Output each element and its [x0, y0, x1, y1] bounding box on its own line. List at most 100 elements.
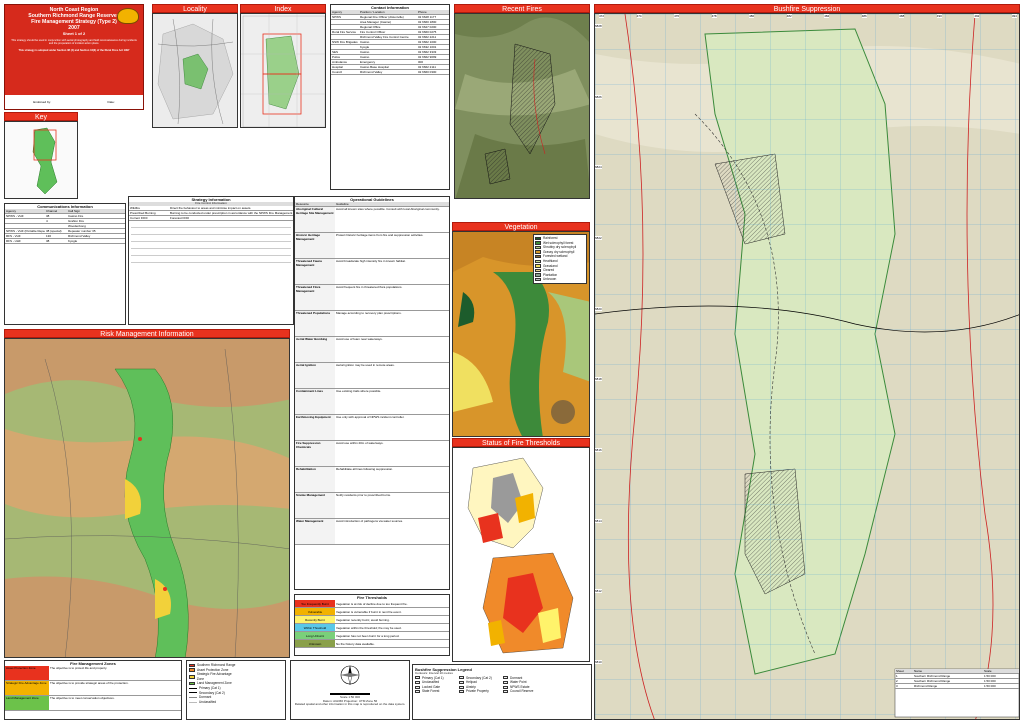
comms-cell: RFS - VHF	[6, 234, 21, 238]
operational-guideline: Use only with approval of NPWS incident …	[336, 415, 405, 419]
vegetation-legend-item: Unknown	[535, 277, 585, 282]
thresholds-rows: Too Frequently Burnt Vegetation is at ris…	[295, 600, 449, 648]
contacts-cell: NPWS	[332, 15, 341, 19]
trail-line-icon	[189, 701, 197, 703]
trail-line-icon	[189, 692, 197, 694]
comms-cell: Kyogle	[68, 239, 78, 243]
contacts-cell: Richmond Valley	[360, 70, 383, 74]
fmz-rows: Asset Protection Zone The objective is to…	[5, 666, 181, 711]
title-block: North Coast Region Southern Richmond Ran…	[4, 4, 144, 110]
grid-label-top: 482	[786, 14, 792, 18]
footer-note: Related spatial and other information in…	[294, 702, 406, 707]
grid-label-top: 486	[861, 14, 867, 18]
grid-label-left: 6818	[595, 377, 602, 382]
threshold-desc: Vegetation is at risk of decline due to …	[336, 602, 408, 606]
panel-head-vegetation: Vegetation	[452, 222, 590, 231]
grid-label-left: 6822	[595, 235, 602, 240]
comms-cell: 38 (special)	[46, 229, 62, 233]
fmz-name: Strategic Fire Advantage Zone	[5, 681, 49, 695]
contact-information: Contact Information Agency Position / Lo…	[330, 4, 450, 190]
fmz-row: Strategic Fire Advantage Zone The objecti…	[5, 681, 181, 696]
operational-resource: Water Management	[295, 519, 335, 544]
zone-legend-item: Strategic Fire Advantage Zone	[189, 672, 237, 681]
vegetation-swatch	[535, 241, 541, 245]
grid-label-top: 494	[1011, 14, 1017, 18]
threshold-row: Vulnerable Vegetation is vulnerable if bu…	[295, 608, 449, 616]
operational-row: Threatened Populations Manage according t…	[295, 311, 449, 337]
legend-symbol-icon	[503, 680, 508, 684]
operational-guidelines: Operational Guidelines Resource Guidelin…	[294, 196, 450, 590]
operational-resource: Threatened Fauna Management	[295, 259, 335, 284]
operational-guideline: Notify residents prior to prescribed bur…	[336, 493, 391, 497]
grid-label-left: 6812	[595, 589, 602, 594]
vegetation-swatch	[535, 259, 541, 264]
panel-head-risk-management: Risk Management Information	[4, 329, 290, 338]
grid-label-top: 474	[636, 14, 642, 18]
index-map-graphic	[241, 14, 325, 127]
contacts-cell: Casino	[360, 40, 370, 44]
comms-cell	[45, 224, 67, 228]
threshold-desc: Vegetation within the threshold; fire ma…	[336, 626, 402, 630]
operational-row: Aboriginal Cultural Heritage Site Manage…	[295, 207, 449, 233]
contacts-cell: 02 6628 1177	[418, 15, 437, 19]
strategy-cell: Forecast FFDI	[170, 215, 190, 220]
contacts-cell: NSW Fire Brigades	[332, 40, 358, 44]
endorsement-text: This strategy is adopted under Section 3…	[18, 49, 130, 53]
strategy-row: Current FFDI Forecast FFDI	[129, 216, 293, 221]
grid-label-left: 6824	[595, 165, 602, 170]
vegetation-swatch	[535, 254, 541, 259]
vegetation-swatch	[535, 250, 541, 254]
operational-row: Threatened Fauna Management Avoid broadsc…	[295, 259, 449, 285]
sheet-header-scale: Scale	[984, 669, 992, 673]
grid-labels-left: 6828 6826 6824 6822 6820 6818 6816 6814 6812 6810	[595, 24, 602, 664]
threshold-desc: Vegetation has not been burnt for a long…	[336, 634, 400, 638]
sheet-cell: Richmond Range	[914, 684, 938, 688]
contacts-cell: Ambulance	[332, 60, 348, 64]
vegetation-label: Unknown	[543, 277, 557, 282]
operational-row: Fire Suppression Chemicals Avoid use with…	[295, 441, 449, 467]
legend-symbol-icon	[503, 685, 508, 689]
threshold-desc: Vegetation recently burnt; avoid burning…	[336, 618, 390, 622]
contacts-cell: 02 6662 3333	[418, 50, 437, 54]
index-map	[240, 13, 326, 128]
north-arrow-icon	[340, 665, 360, 686]
legend-symbol-icon	[415, 685, 420, 689]
operational-guideline: Avoid frequent fire in threatened flora …	[336, 285, 403, 289]
comms-cell: Casino Fire	[68, 214, 84, 218]
operational-row: Aerial Water Bombing Avoid use of foam ne…	[295, 337, 449, 363]
fmz-name: Asset Protection Zone	[5, 666, 49, 680]
comms-cell: RFS - UHF	[6, 239, 21, 243]
sheet-cell: Southern Richmond Range	[914, 679, 951, 683]
operational-resource: Containment Lines	[295, 389, 335, 414]
threshold-row: Long Unburnt Vegetation has not been burn…	[295, 632, 449, 640]
threshold-status: Unknown	[295, 640, 335, 647]
suppression-legend-label: Private Property	[466, 689, 489, 694]
comms-cell: 38	[46, 239, 50, 243]
suppression-legend-label: Council Reserve	[510, 689, 534, 694]
strategy-fill-lines	[129, 226, 293, 263]
operational-resource: Threatened Flora Management	[295, 285, 335, 310]
vegetation-swatch	[535, 236, 541, 241]
fmz-row: Land Management Zone The objective is to …	[5, 696, 181, 711]
operational-row: Rehabilitation Rehabilitate all lines fol…	[295, 467, 449, 493]
recent-fires-map	[454, 13, 590, 199]
fmz-desc: The objective is to provide strategic ar…	[50, 681, 129, 685]
operational-row: Earthmoving Equipment Use only with appro…	[295, 415, 449, 441]
vegetation-legend: Rainforest Wet sclerophyll forest Shrubby …	[533, 234, 587, 284]
sheet-row: 3 Richmond Range 1:50 000	[895, 684, 1019, 689]
operational-row: Containment Lines Use existing trails whe…	[295, 389, 449, 415]
comms-cell: Grafton Fire	[68, 219, 85, 223]
contacts-cell: Casino Base Hospital	[360, 65, 389, 69]
bushfire-suppression-graphic	[595, 14, 1019, 719]
comms-row: RFS - UHF 38 Kyogle	[5, 239, 125, 244]
signature-strip: Endorsed by: Date:	[5, 95, 143, 109]
grid-label-left: 6826	[595, 94, 602, 99]
suppression-legend-item: State Forest	[415, 689, 459, 694]
comms-cell: 4	[46, 219, 48, 223]
threshold-row: Within Threshold Vegetation within the th…	[295, 624, 449, 632]
operational-guideline: Use existing trails where possible.	[336, 389, 382, 393]
panel-head-locality: Locality	[152, 4, 238, 13]
operational-resource: Earthmoving Equipment	[295, 415, 335, 440]
grid-label-left: 6816	[595, 447, 602, 452]
operational-resource: Aerial Ignition	[295, 363, 335, 388]
